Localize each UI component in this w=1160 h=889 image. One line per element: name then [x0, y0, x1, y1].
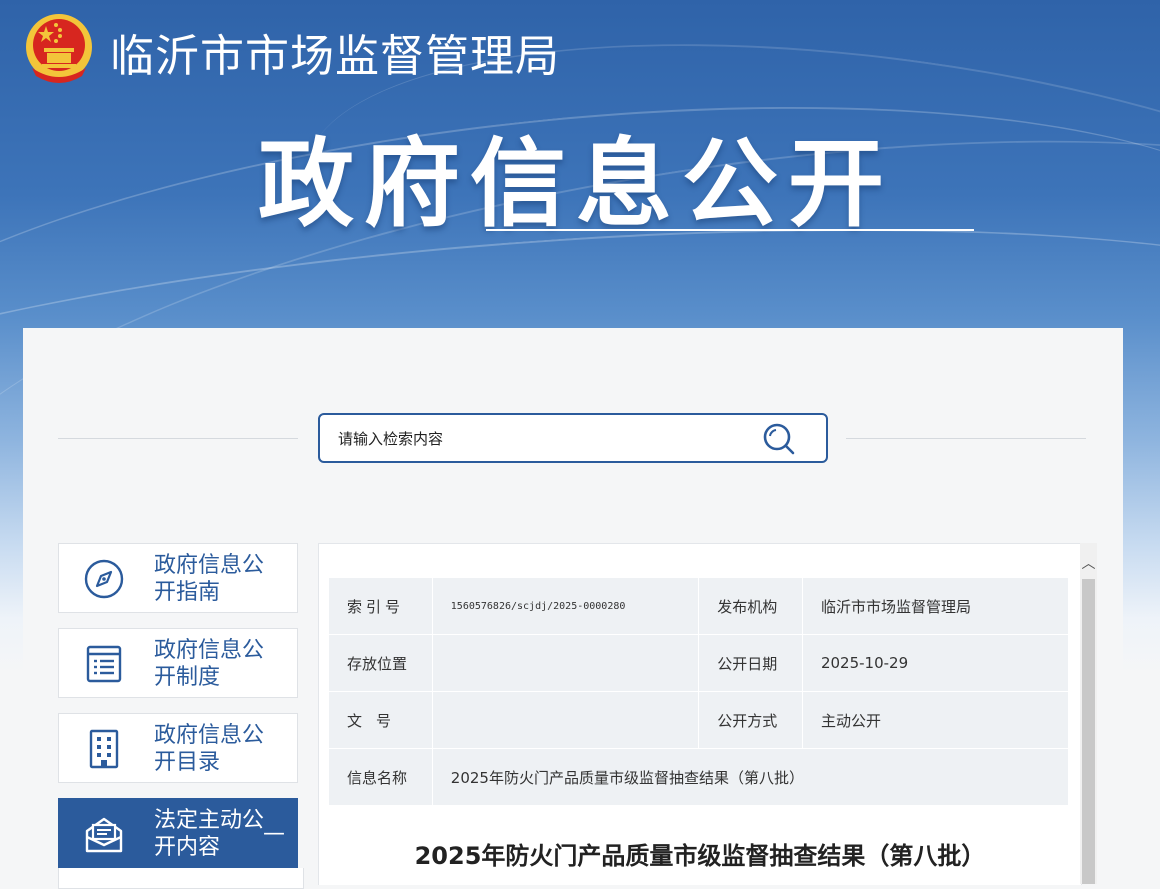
hero-underline [486, 229, 974, 231]
method-value: 主动公开 [802, 691, 1070, 749]
search-divider-left [58, 438, 298, 439]
scroll-up-icon[interactable]: ︿ [1080, 553, 1097, 573]
sidebar-item-label: 法定主动公开内容 [154, 808, 265, 860]
document-list-icon [86, 645, 122, 683]
name-value: 2025年防火门产品质量市级监督抽查结果（第八批） [432, 748, 1070, 806]
scroll-thumb[interactable] [1082, 579, 1095, 884]
publisher-value: 临沂市市场监督管理局 [802, 578, 1070, 635]
search-box [318, 413, 828, 463]
doc-no-value [432, 691, 700, 749]
collapse-icon[interactable]: — [263, 821, 285, 846]
table-row: 信息名称 2025年防火门产品质量市级监督抽查结果（第八批） [329, 748, 1070, 806]
sidebar-item-directory[interactable]: 政府信息公开目录 [58, 713, 298, 783]
doc-no-label: 文号 [329, 691, 433, 749]
table-row: 存放位置 公开日期 2025-10-29 [329, 634, 1070, 692]
search-input[interactable] [336, 415, 740, 463]
table-row: 文号 公开方式 主动公开 [329, 691, 1070, 749]
search-divider-right [846, 438, 1086, 439]
article-content: 索引号 1560576826/scjdj/2025-0000280 发布机构 临… [318, 543, 1082, 885]
date-value: 2025-10-29 [802, 634, 1070, 692]
compass-icon [84, 559, 124, 599]
sidebar-item-label: 政府信息公开目录 [154, 723, 265, 775]
org-name: 临沂市市场监督管理局 [110, 31, 560, 82]
location-value [432, 634, 700, 692]
index-no-label: 索引号 [329, 578, 433, 635]
info-table: 索引号 1560576826/scjdj/2025-0000280 发布机构 临… [329, 578, 1070, 806]
national-emblem-icon [26, 14, 92, 83]
sidebar-item-label: 政府信息公开指南 [154, 553, 265, 605]
publisher-label: 发布机构 [698, 578, 803, 635]
method-label: 公开方式 [698, 691, 803, 749]
sidebar-item-guide[interactable]: 政府信息公开指南 [58, 543, 298, 613]
open-envelope-icon [85, 817, 123, 853]
search-icon[interactable] [762, 422, 796, 456]
sidebar-item-label: 政府信息公开制度 [154, 638, 265, 690]
sidebar-item-statutory[interactable]: 法定主动公开内容 — [58, 798, 298, 868]
location-label: 存放位置 [329, 634, 433, 692]
scrollbar[interactable]: ︿ [1080, 543, 1097, 884]
date-label: 公开日期 [698, 634, 803, 692]
sidebar-item-system[interactable]: 政府信息公开制度 [58, 628, 298, 698]
name-label: 信息名称 [329, 748, 433, 806]
directory-icon [89, 729, 119, 769]
hero-title: 政府信息公开 [258, 128, 894, 240]
document-title: 2025年防火门产品质量市级监督抽查结果（第八批） [414, 842, 986, 870]
sidebar-submenu [58, 868, 304, 889]
table-row: 索引号 1560576826/scjdj/2025-0000280 发布机构 临… [329, 578, 1070, 635]
main-panel: 政府信息公开指南 政府信息公开制度 政府信息公开目录 [23, 328, 1123, 889]
index-no-value: 1560576826/scjdj/2025-0000280 [432, 578, 700, 635]
